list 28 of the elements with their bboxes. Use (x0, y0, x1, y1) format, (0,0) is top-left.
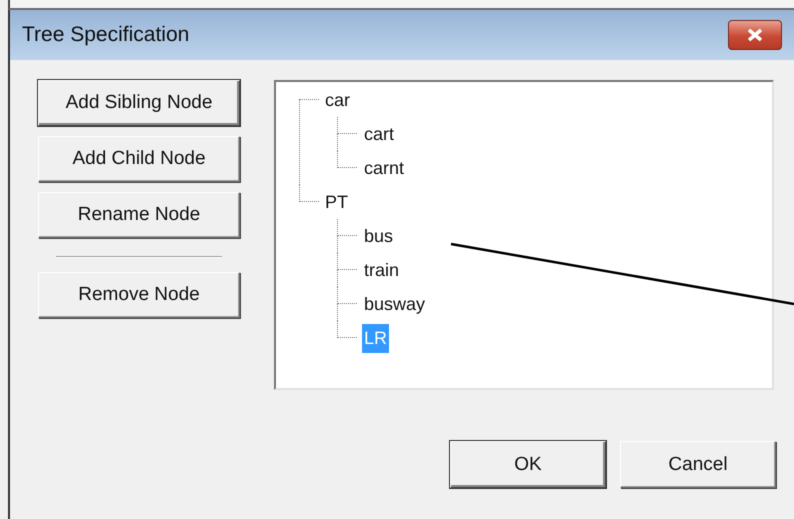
ok-button[interactable]: OK (450, 441, 606, 488)
action-button[interactable]: Add Child Node (38, 136, 240, 182)
tree-line (337, 304, 338, 321)
tree-line (337, 236, 338, 253)
tree-connector (337, 321, 357, 338)
tree-connector (337, 287, 357, 304)
tree-connector (299, 99, 319, 100)
cancel-button[interactable]: Cancel (620, 441, 776, 488)
action-button[interactable]: Remove Node (38, 272, 240, 318)
action-button[interactable]: Add Sibling Node (38, 80, 240, 126)
tree-line (337, 270, 338, 287)
tree-connector (299, 185, 319, 202)
tree-node[interactable]: carnt (362, 154, 406, 182)
close-icon (746, 28, 764, 42)
tree-node[interactable]: bus (362, 222, 396, 250)
tree-connector (337, 117, 357, 134)
tree-node[interactable]: PT (323, 188, 350, 216)
tree-node[interactable]: busway (362, 290, 428, 318)
tree-node[interactable]: car (323, 86, 352, 114)
close-button[interactable] (728, 20, 782, 50)
window-title: Tree Specification (22, 23, 190, 47)
tree-connector (337, 219, 357, 236)
tree-node[interactable]: train (362, 256, 402, 284)
tree-connector (337, 253, 357, 270)
tree-node[interactable]: cart (362, 120, 396, 148)
tree-line (337, 134, 338, 151)
action-button[interactable]: Rename Node (38, 192, 240, 238)
tree-connector (337, 151, 357, 168)
